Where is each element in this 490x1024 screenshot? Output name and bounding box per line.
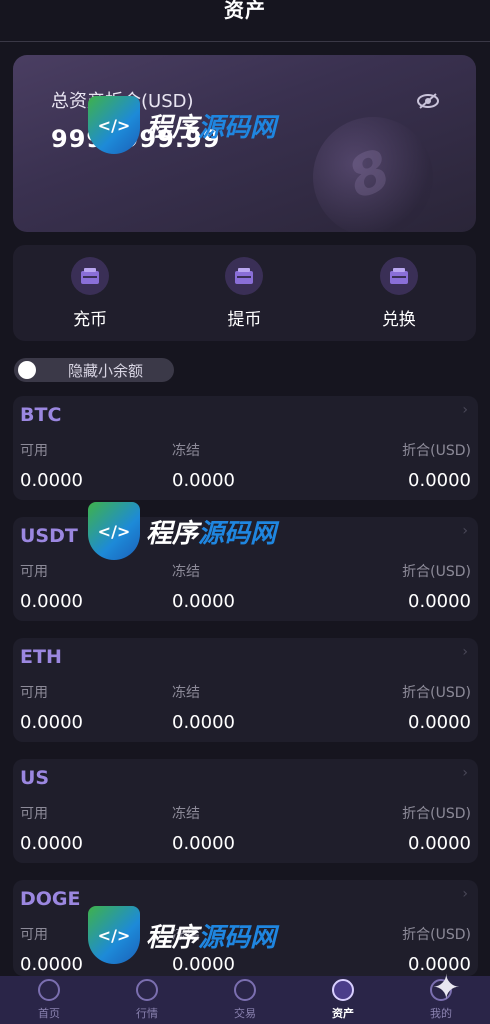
available-label: 可用 [20,685,48,701]
deposit-button[interactable]: 充币 [30,256,150,330]
home-icon [38,979,60,1001]
coin-card-eth[interactable]: ETH › 可用 冻结 折合(USD) 0.0000 0.0000 0.0000 [13,638,478,742]
coin-name: BTC [20,404,62,426]
total-asset-value: 9999999.99 [51,125,221,153]
chart-icon [136,979,158,1001]
tab-home[interactable]: 首页 [9,979,89,1021]
usd-value: 0.0000 [408,833,471,854]
frozen-label: 冻结 [172,564,200,580]
coin-name: ETH [20,646,62,668]
wallet-icon [332,979,354,1001]
tab-assets[interactable]: 资产 [303,979,383,1021]
coin-name: US [20,767,50,789]
trade-icon [234,979,256,1001]
coin-card-usdt[interactable]: USDT › 可用 冻结 折合(USD) 0.0000 0.0000 0.000… [13,517,478,621]
page-title: 资产 [224,0,266,22]
available-value: 0.0000 [20,833,83,854]
usd-value: 0.0000 [408,712,471,733]
available-label: 可用 [20,443,48,459]
available-value: 0.0000 [20,591,83,612]
available-value: 0.0000 [20,470,83,491]
exchange-button[interactable]: 兑换 [339,256,459,330]
available-label: 可用 [20,564,48,580]
wallet-icon [225,256,264,295]
available-value: 0.0000 [20,954,83,975]
bottom-tab-bar: 首页 行情 交易 资产 我的 [0,976,490,1024]
hide-small-balance-label: 隐藏小余额 [68,361,144,380]
exchange-label: 兑换 [381,309,416,330]
wallet-icon [71,256,110,295]
chevron-right-icon: › [462,886,468,902]
frozen-label: 冻结 [172,685,200,701]
available-label: 可用 [20,806,48,822]
usd-label: 折合(USD) [402,685,471,701]
deposit-label: 充币 [73,309,108,330]
tab-market[interactable]: 行情 [107,979,187,1021]
withdraw-label: 提币 [227,309,262,330]
coin-name: DOGE [20,888,81,910]
tab-trade[interactable]: 交易 [205,979,285,1021]
coin-card-doge[interactable]: DOGE › 可用 冻结 折合(USD) 0.0000 0.0000 0.000… [13,880,478,976]
frozen-value: 0.0000 [172,833,235,854]
available-label: 可用 [20,927,48,943]
wallet-icon [379,256,418,295]
tab-label: 首页 [38,1007,60,1020]
available-value: 0.0000 [20,712,83,733]
usd-label: 折合(USD) [402,927,471,943]
chevron-right-icon: › [462,765,468,781]
frozen-value: 0.0000 [172,712,235,733]
eye-slash-icon[interactable] [415,91,441,111]
frozen-value: 0.0000 [172,470,235,491]
usd-label: 折合(USD) [402,806,471,822]
toggle-knob [18,361,36,379]
tab-label: 资产 [332,1007,354,1020]
frozen-label: 冻结 [172,443,200,459]
withdraw-button[interactable]: 提币 [184,256,304,330]
coin-name: USDT [20,525,78,547]
usd-value: 0.0000 [408,470,471,491]
usd-label: 折合(USD) [402,443,471,459]
frozen-label: 冻结 [172,806,200,822]
coin-card-btc[interactable]: BTC › 可用 冻结 折合(USD) 0.0000 0.0000 0.0000 [13,396,478,500]
sparkle-icon: ✦ [432,968,461,1008]
frozen-label: 冻结 [172,927,200,943]
total-asset-card: 8 总资产折合(USD) 9999999.99 [13,55,476,232]
page-header: 资产 [0,0,490,42]
hide-small-balance-toggle[interactable]: 隐藏小余额 [14,358,174,382]
action-bar: 充币 提币 兑换 [13,245,476,341]
tab-label: 交易 [234,1007,256,1020]
hide-small-balance-row: 隐藏小余额 [14,358,174,382]
total-asset-label: 总资产折合(USD) [51,91,194,112]
chevron-right-icon: › [462,644,468,660]
coin-card-us[interactable]: US › 可用 冻结 折合(USD) 0.0000 0.0000 0.0000 [13,759,478,863]
tab-label: 行情 [136,1007,158,1020]
coin-decoration: 8 [296,100,450,232]
chevron-right-icon: › [462,523,468,539]
frozen-value: 0.0000 [172,591,235,612]
frozen-value: 0.0000 [172,954,235,975]
chevron-right-icon: › [462,402,468,418]
usd-label: 折合(USD) [402,564,471,580]
usd-value: 0.0000 [408,591,471,612]
